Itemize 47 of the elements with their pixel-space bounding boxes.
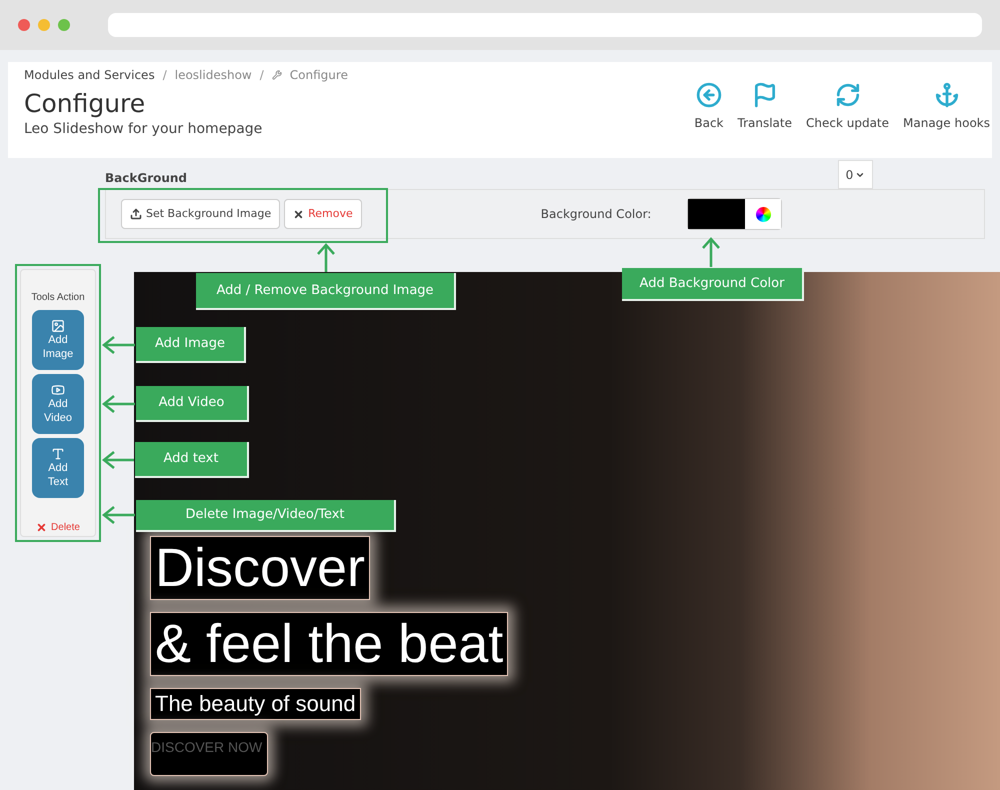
color-wheel-icon [756, 206, 771, 222]
close-icon [36, 522, 48, 533]
tool-button[interactable]: Add Image [32, 310, 84, 370]
toolbar-button[interactable]: Check update [806, 82, 890, 132]
callout-label: Add Video [136, 386, 249, 422]
section-title: BackGround [105, 170, 188, 187]
slide-subheading: The beauty of sound [150, 688, 361, 720]
tool-button[interactable]: Add Video [32, 374, 84, 434]
color-picker-button[interactable] [745, 199, 782, 229]
callout-label: Delete Image/Video/Text [136, 500, 396, 532]
remove-button[interactable]: Remove [284, 199, 362, 229]
close-icon [293, 208, 304, 220]
breadcrumb-link[interactable]: leoslideshow [174, 66, 252, 84]
breadcrumb-separator: / [260, 67, 264, 84]
slide-button[interactable]: DISCOVER NOW [150, 732, 268, 776]
color-label: Background Color: [540, 206, 652, 223]
tool-button[interactable]: Add Text [32, 438, 84, 498]
callout-label: Add Background Color [622, 268, 804, 301]
callout-arrow [702, 237, 720, 267]
callout-label: Add text [135, 442, 249, 478]
text-icon [51, 447, 65, 461]
toolbar-button[interactable]: Translate [738, 82, 792, 132]
page-title: Configure [24, 88, 146, 120]
color-swatch[interactable] [688, 199, 746, 229]
wrench-icon [272, 70, 282, 80]
breadcrumb-link[interactable]: Modules and Services [24, 66, 155, 84]
breadcrumb-link[interactable]: Configure [290, 66, 348, 84]
delete-button[interactable]: Delete [36, 520, 80, 535]
toolbar-button[interactable]: Back [694, 82, 724, 132]
set-image-button[interactable]: Set Background Image [121, 199, 280, 229]
refresh-icon [834, 82, 860, 108]
callout-label: Add / Remove Background Image [196, 273, 456, 310]
address-bar[interactable] [108, 13, 982, 37]
layer-dropdown[interactable]: 0 [838, 160, 873, 189]
anchor-icon [934, 82, 960, 108]
breadcrumb-separator: / [162, 67, 167, 84]
upload-icon [130, 208, 142, 220]
back-icon [696, 82, 722, 108]
callout-arrow [317, 243, 335, 272]
play-icon [51, 383, 65, 397]
tools-title: Tools Action [31, 291, 85, 305]
callout-label: Add Image [136, 327, 246, 363]
slide-heading: & feel the beat [150, 612, 508, 676]
slide-heading: Discover [150, 536, 370, 600]
toolbar-button[interactable]: Manage hooks [903, 82, 990, 132]
image-icon [51, 319, 65, 333]
page-subtitle: Leo Slideshow for your homepage [24, 120, 264, 140]
